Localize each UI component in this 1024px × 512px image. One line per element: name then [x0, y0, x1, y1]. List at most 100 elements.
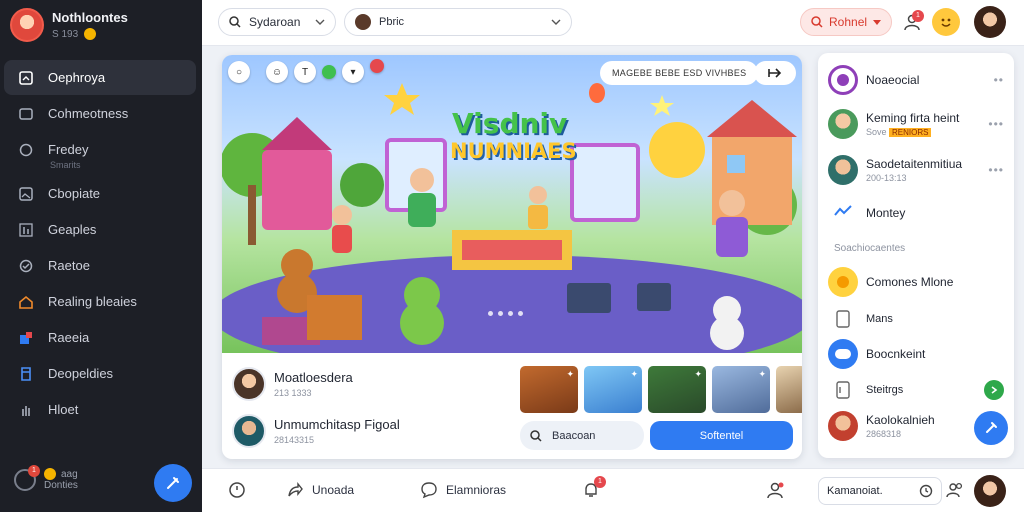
brand-sub: S 193	[52, 28, 128, 40]
list-item-meta: Sove	[866, 127, 887, 137]
sidebar-item-5[interactable]: Raetoe	[4, 248, 196, 283]
profile-avatar[interactable]	[974, 6, 1006, 38]
face-icon[interactable]: ☺	[266, 61, 288, 83]
share-button[interactable]	[754, 61, 796, 85]
list-item[interactable]: Comones Mlone	[828, 267, 1004, 297]
brand-avatar	[10, 8, 44, 42]
list-item-name: Boocnkeint	[866, 347, 926, 361]
primary-button[interactable]: Softentel	[650, 421, 793, 450]
hero-image[interactable]: ○ ☺ T ▾ MAGEBE BEBE ESD VIVHBES Visdniv …	[222, 55, 802, 353]
section-title: Soachiocaentes	[834, 243, 906, 254]
search-label: Sydaroan	[249, 15, 301, 29]
clock-button[interactable]	[228, 481, 246, 499]
brand-name: Nothloontes	[52, 10, 128, 25]
post-item[interactable]: Unmumchitasp Figoal 28143315	[232, 414, 400, 448]
sidebar-item-label: Raeeia	[48, 330, 90, 345]
chat-icon	[421, 482, 437, 499]
text-icon[interactable]: T	[294, 61, 316, 83]
top-bar: Sydaroan Pbric Rohnel 1	[202, 0, 1024, 46]
more-icon[interactable]: •••	[988, 163, 1004, 177]
profile-alert-button[interactable]	[766, 481, 784, 499]
action-dropdown[interactable]: Rohnel	[800, 8, 892, 36]
user-alert-button[interactable]: 1	[898, 8, 926, 36]
sidebar-nav: Oephroya Cohmeotness Fredey Smarits Cbop…	[4, 60, 196, 428]
search-icon	[229, 16, 241, 28]
share-icon	[768, 68, 782, 78]
search-icon	[811, 16, 823, 28]
list-item[interactable]: Boocnkeint	[828, 339, 1004, 369]
list-item-name: Montey	[866, 206, 906, 220]
thumbnail[interactable]: ✦	[648, 366, 706, 413]
emoji-button[interactable]	[932, 8, 960, 36]
post-meta: 213 1333	[274, 388, 312, 398]
avatar	[828, 411, 858, 441]
bookmark-icon	[828, 304, 858, 334]
home-icon	[18, 294, 34, 310]
list-item-name: Steitrgs	[866, 384, 904, 396]
thumbnail[interactable]	[776, 366, 802, 413]
footer-count: aag	[61, 468, 78, 480]
thumbnail[interactable]: ✦	[520, 366, 578, 413]
list-item[interactable]: Keming firta heint Sove RENIORS •••	[828, 109, 1004, 139]
list-item-name: Keming firta heint	[866, 111, 960, 125]
sidebar-item-label: Geaples	[48, 222, 97, 237]
sidebar-item-1[interactable]: Cohmeotness	[4, 96, 196, 131]
more-icon[interactable]: ••	[994, 73, 1004, 87]
arrow-toggle[interactable]	[984, 380, 1004, 400]
bottom-item-label: Unoada	[312, 483, 355, 497]
chart-icon	[828, 198, 858, 228]
pen-icon	[986, 422, 997, 433]
coin-icon	[44, 468, 56, 480]
messages-button[interactable]: Elamnioras	[420, 481, 506, 499]
coin-icon	[84, 28, 97, 40]
search-input[interactable]: Baacoan	[520, 421, 644, 450]
profile-avatar[interactable]	[974, 475, 1006, 507]
search-dropdown[interactable]: Sydaroan	[218, 8, 336, 36]
playroom-illustration	[222, 83, 802, 353]
post-name: Moatloesdera	[274, 370, 353, 385]
notifications-button[interactable]: 1	[582, 476, 606, 502]
notification-badge: 1	[912, 10, 924, 22]
hero-subtitle: NUMNIAES	[450, 139, 577, 163]
record-icon[interactable]	[370, 59, 384, 73]
sidebar-item-3[interactable]: Cbopiate	[4, 176, 196, 211]
document-icon	[828, 375, 858, 405]
avatar	[355, 14, 371, 30]
brand[interactable]: Nothloontes S 193	[10, 8, 128, 42]
brand-sub-text: S 193	[52, 28, 79, 40]
compose-button[interactable]	[154, 464, 192, 502]
list-item[interactable]: Mans	[828, 304, 1004, 334]
list-item[interactable]: Montey	[828, 198, 1004, 228]
status-pill[interactable]: Kamanoiat.	[818, 477, 942, 505]
notification-badge: 1	[594, 476, 606, 488]
account-select[interactable]: Pbric	[344, 8, 572, 36]
list-item[interactable]: Steitrgs	[828, 375, 1004, 405]
search-placeholder: Baacoan	[552, 429, 596, 442]
more-icon[interactable]: •••	[988, 117, 1004, 131]
list-item-meta: 200-13:13	[866, 173, 907, 183]
list-item[interactable]: Noaeocial ••	[828, 65, 1004, 95]
sidebar-item-8[interactable]: Deopeldies	[4, 356, 196, 391]
sidebar-item-0[interactable]: Oephroya	[4, 60, 196, 95]
hero-caption[interactable]: MAGEBE BEBE ESD VIVHBES	[600, 61, 759, 85]
post-item[interactable]: Moatloesdera 213 1333	[232, 367, 353, 401]
upload-button[interactable]: Unoada	[286, 481, 354, 499]
sidebar-item-6[interactable]: Realing bleaies	[4, 284, 196, 319]
hand-icon	[18, 402, 34, 418]
people-button[interactable]	[946, 481, 964, 499]
bottom-bar: Unoada Elamnioras 1 Kamanoiat.	[202, 468, 1024, 512]
carousel-dots[interactable]	[488, 311, 523, 316]
people-icon	[946, 482, 963, 498]
compose-button[interactable]	[974, 411, 1008, 445]
check-circle-icon	[18, 258, 34, 274]
list-item[interactable]: Saodetaitenmitiua 200-13:13 •••	[828, 155, 1004, 185]
sidebar-item-9[interactable]: Hloet	[4, 392, 196, 427]
thumbnail[interactable]: ✦	[584, 366, 642, 413]
sidebar-item-4[interactable]: Geaples	[4, 212, 196, 247]
circle-icon[interactable]: ○	[228, 61, 250, 83]
right-panel: Noaeocial •• Keming firta heint Sove REN…	[818, 53, 1014, 458]
filter-icon[interactable]: ▾	[342, 61, 364, 83]
thumbnail[interactable]: ✦	[712, 366, 770, 413]
sidebar-footer[interactable]: 1 aag Donties	[14, 464, 78, 491]
sidebar-item-7[interactable]: Raeeia	[4, 320, 196, 355]
